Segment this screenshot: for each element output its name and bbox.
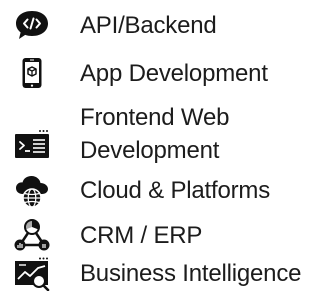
menu-item-label: CRM / ERP <box>80 222 203 249</box>
menu-item-label: Business Intelligence <box>80 260 302 287</box>
menu-item-label: Cloud & Platforms <box>80 177 271 204</box>
terminal-window-icon <box>14 127 50 161</box>
menu-item-business-intelligence[interactable]: Business Intelligence <box>0 256 320 293</box>
mobile-box-icon <box>14 56 50 90</box>
cloud-globe-icon <box>14 174 50 208</box>
menu-item-label: App Development <box>80 60 268 87</box>
menu-item-app-development[interactable]: App Development <box>0 53 320 93</box>
chart-search-icon <box>14 257 50 291</box>
menu-item-label: API/Backend <box>80 12 217 39</box>
menu-item-frontend-web-development[interactable]: Frontend Web Development <box>0 100 320 166</box>
menu-item-label: Frontend Web Development <box>80 104 230 164</box>
menu-item-api-backend[interactable]: API/Backend <box>0 5 320 45</box>
code-bubble-icon <box>14 8 50 42</box>
menu-item-crm-erp[interactable]: CRM / ERP <box>0 216 320 256</box>
network-nodes-icon <box>14 218 50 252</box>
menu-item-cloud-platforms[interactable]: Cloud & Platforms <box>0 171 320 211</box>
